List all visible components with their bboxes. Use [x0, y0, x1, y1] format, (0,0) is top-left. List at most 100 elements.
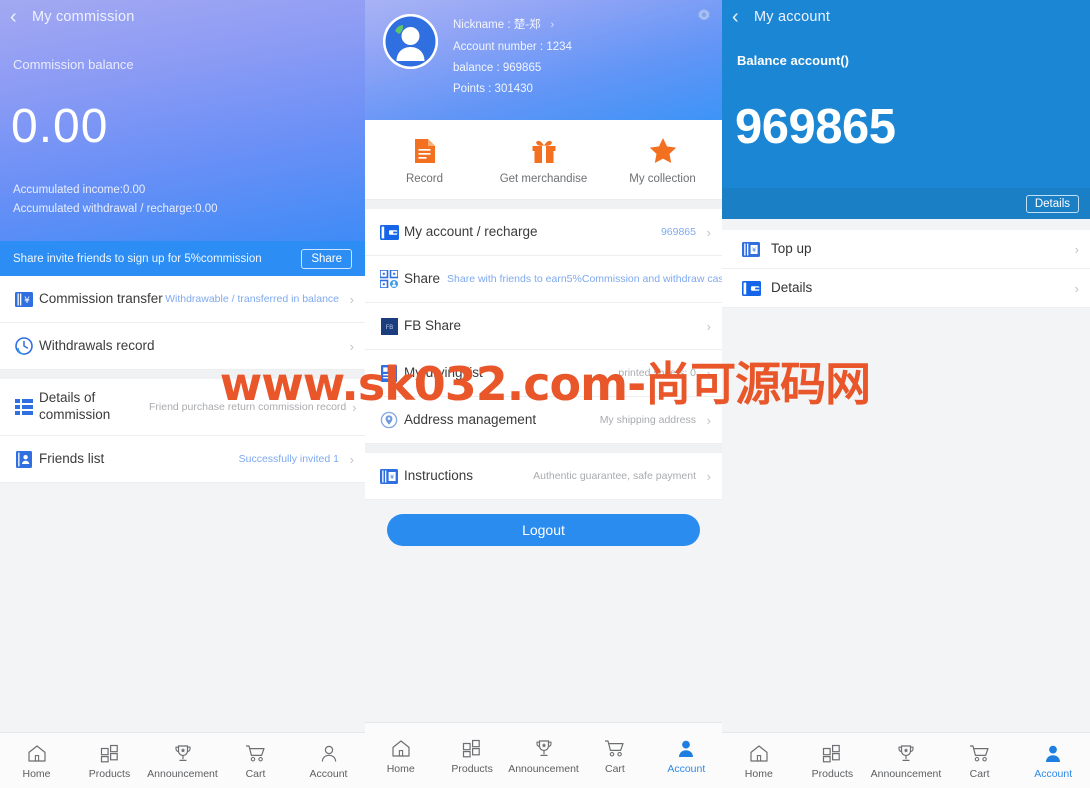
svg-text:FB: FB [385, 324, 393, 331]
tab-cart[interactable]: Cart [579, 736, 650, 775]
list-item[interactable]: FB FB Share › [365, 303, 722, 350]
list-item[interactable]: Withdrawals record › [0, 323, 365, 370]
logout-button[interactable]: Logout [387, 514, 700, 546]
list-divider [365, 444, 722, 453]
commission-navbar: ‹ My commission [0, 0, 365, 34]
list-item[interactable]: Details of commission Friend purchase re… [0, 379, 365, 436]
person-icon [651, 736, 722, 760]
list-item-label: Top up [771, 240, 812, 256]
quick-action-collection[interactable]: My collection [603, 135, 722, 185]
tab-label: Account [309, 768, 348, 780]
list-item[interactable]: ¥ Instructions Authentic guarantee, safe… [365, 453, 722, 500]
chevron-right-icon: › [706, 412, 711, 428]
tab-home[interactable]: Home [0, 741, 73, 780]
balance-account-label: Balance account() [737, 53, 849, 68]
tab-label: Cart [605, 763, 625, 775]
list-item-label: Address management [404, 411, 537, 427]
chevron-left-icon[interactable]: ‹ [732, 7, 754, 27]
list-item[interactable]: Details › [722, 269, 1090, 308]
grid-list-icon [9, 399, 39, 415]
list-item[interactable]: Friends list Successfully invited 1 › [0, 436, 365, 483]
tab-cart[interactable]: Cart [943, 741, 1017, 780]
qrcode-icon [374, 270, 404, 288]
bottom-tabbar: Home Products Announcement Cart Account [365, 722, 722, 788]
list-item[interactable]: My account / recharge 969865 › [365, 209, 722, 256]
wallet-icon [731, 280, 771, 296]
chevron-right-icon: › [349, 338, 354, 354]
grid-products-icon [73, 741, 146, 765]
list-item-label: My drying list [404, 364, 483, 380]
tab-home[interactable]: Home [365, 736, 436, 775]
list-item-label: Withdrawals record [39, 337, 155, 353]
chevron-left-icon[interactable]: ‹ [10, 7, 32, 27]
tab-announcement[interactable]: Announcement [508, 736, 579, 775]
list-item[interactable]: Share Share with friends to earn5%Commis… [365, 256, 722, 303]
chevron-right-icon: › [349, 291, 354, 307]
chevron-right-icon: › [550, 19, 555, 31]
balance-hero: ‹ My account Balance account() 969865 [722, 0, 1090, 188]
details-button[interactable]: Details [1025, 194, 1079, 213]
tab-label: Home [386, 763, 415, 775]
accumulated-income: Accumulated income:0.00 [13, 184, 146, 196]
cart-icon [943, 741, 1017, 765]
balance-details-bar: Details [722, 188, 1090, 219]
list-item[interactable]: Address management My shipping address › [365, 397, 722, 444]
person-icon [1016, 741, 1090, 765]
share-button[interactable]: Share [301, 248, 352, 269]
tab-home[interactable]: Home [722, 741, 796, 780]
tab-products[interactable]: Products [436, 736, 507, 775]
chevron-right-icon: › [706, 224, 711, 240]
avatar[interactable] [383, 14, 438, 69]
accumulated-withdrawal: Accumulated withdrawal / recharge:0.00 [13, 203, 218, 215]
tab-products[interactable]: Products [73, 741, 146, 780]
tab-label: Announcement [508, 763, 579, 775]
commission-balance-value: 0.00 [11, 100, 109, 153]
tab-label: Cart [969, 768, 990, 780]
quick-action-record[interactable]: Record [365, 135, 484, 185]
person-icon [292, 741, 365, 765]
tab-label: Products [451, 763, 493, 775]
document-icon [365, 135, 484, 167]
list-item-label: Friends list [39, 450, 105, 466]
list-item[interactable]: ¥ Top up › [722, 230, 1090, 269]
quick-action-label: Record [405, 172, 444, 185]
tab-label: Announcement [870, 768, 942, 780]
gear-icon[interactable] [696, 8, 712, 29]
trophy-icon [508, 736, 579, 760]
tab-account[interactable]: Account [292, 741, 365, 780]
tab-label: Account [667, 763, 706, 775]
voucher-icon: ¥ [374, 468, 404, 484]
home-icon [365, 736, 436, 760]
grid-products-icon [796, 741, 870, 765]
tab-label: Products [811, 768, 854, 780]
note-icon [374, 364, 404, 382]
list-divider [722, 219, 1090, 230]
tab-announcement[interactable]: Announcement [869, 741, 943, 780]
list-item-meta: Successfully invited 1 [238, 453, 339, 465]
profile-nickname[interactable]: Nickname : 楚-郑 › [453, 16, 572, 32]
chevron-right-icon: › [706, 318, 711, 334]
tab-label: Home [22, 768, 51, 780]
balance-screen: ‹ My account Balance account() 969865 De… [722, 0, 1090, 788]
list-item-label: Instructions [404, 467, 474, 483]
list-item-label: Details of commission [39, 390, 111, 422]
tab-account[interactable]: Account [651, 736, 722, 775]
tab-account[interactable]: Account [1016, 741, 1090, 780]
chevron-right-icon: › [706, 365, 711, 381]
list-item[interactable]: ¥ Commission transfer Withdrawable / tra… [0, 276, 365, 323]
cart-icon [579, 736, 650, 760]
tab-label: Home [744, 768, 773, 780]
quick-action-merchandise[interactable]: Get merchandise [484, 135, 603, 185]
share-banner-text: Share invite friends to sign up for 5%co… [13, 252, 262, 265]
tab-announcement[interactable]: Announcement [146, 741, 219, 780]
trophy-icon [869, 741, 943, 765]
profile-points: Points : 301430 [453, 83, 533, 95]
profile-balance: balance : 969865 [453, 62, 542, 74]
tab-products[interactable]: Products [796, 741, 870, 780]
tab-cart[interactable]: Cart [219, 741, 292, 780]
commission-screen: ‹ My commission Commission balance 0.00 … [0, 0, 365, 788]
voucher-yen-icon: ¥ [731, 241, 771, 257]
commission-hero: ‹ My commission Commission balance 0.00 … [0, 0, 365, 241]
svg-text:¥: ¥ [752, 246, 756, 254]
list-item[interactable]: My drying list printed sheets: 0 › [365, 350, 722, 397]
